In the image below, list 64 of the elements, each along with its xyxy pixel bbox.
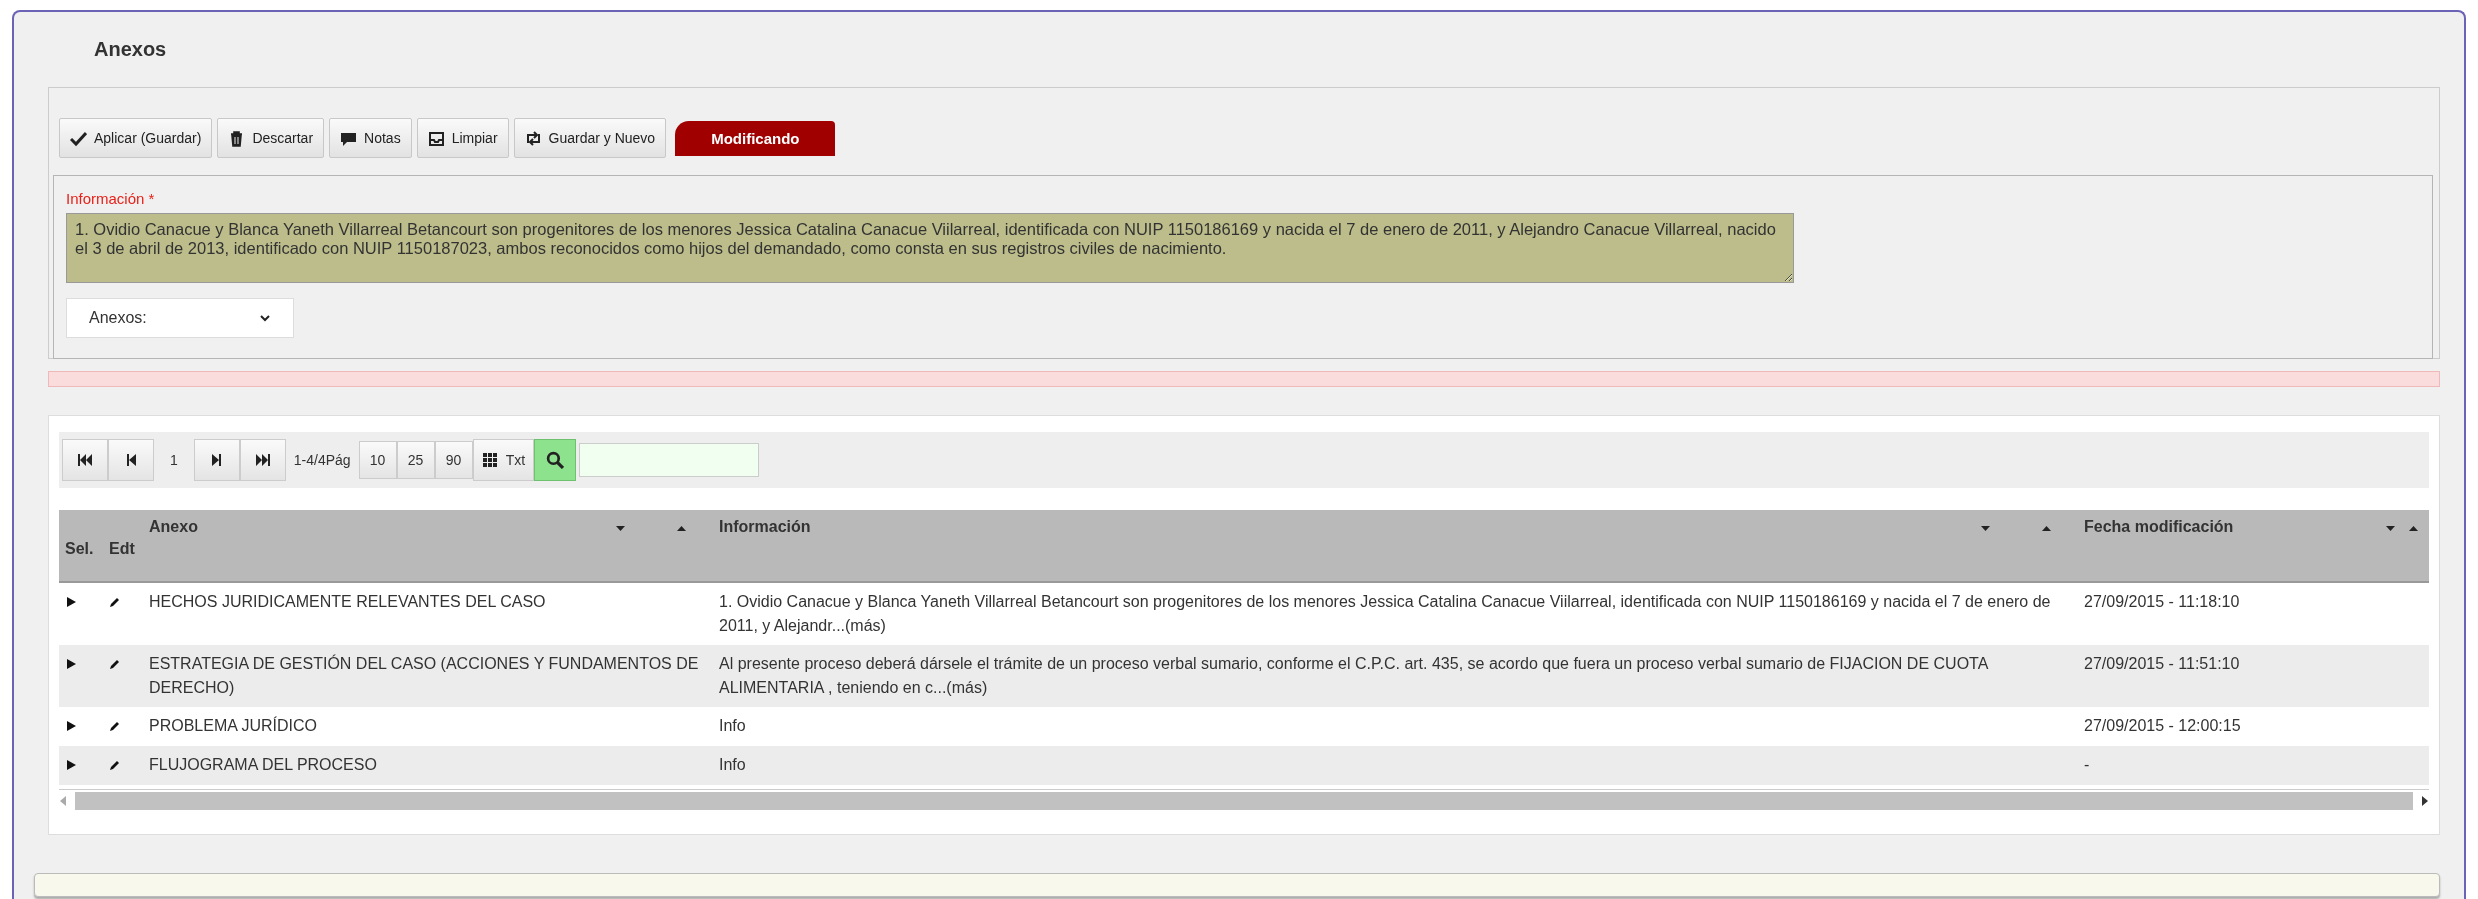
field-label: Información (66, 190, 145, 207)
table-cell: ESTRATEGIA DE GESTIÓN DEL CASO (ACCIONES Y FUNDAMENTOS DE DERECHO) (143, 645, 713, 707)
toolbar-button[interactable]: Guardar y Nuevo (513, 118, 667, 158)
table-cell: 27/09/2015 - 11:51:10 (2078, 645, 2429, 707)
search-button[interactable] (534, 439, 577, 481)
expand-icon[interactable] (65, 596, 77, 608)
next-page-button[interactable] (193, 439, 240, 481)
table-cell: - (2078, 746, 2429, 785)
required-mark: * (148, 190, 155, 207)
search-field[interactable] (579, 443, 760, 477)
check-icon (70, 129, 87, 147)
annex-dropdown[interactable]: Anexos: (66, 298, 294, 338)
grid-icon (481, 452, 498, 468)
page-title: Anexos (93, 37, 168, 62)
table-cell: Info (713, 707, 2078, 746)
expand-icon[interactable] (65, 658, 77, 670)
previous-page-button[interactable] (108, 439, 154, 481)
page-range: 1-4/4Pág (292, 452, 352, 468)
search-icon (546, 451, 565, 469)
toolbar-button[interactable]: Descartar (217, 118, 325, 158)
expand-icon[interactable] (65, 720, 77, 732)
toolbar-button[interactable]: Notas (329, 118, 412, 158)
toolbar-button[interactable]: Limpiar (416, 118, 509, 158)
page-number: 1 (169, 452, 179, 468)
toolbar-button[interactable]: Aplicar (Guardar) (59, 118, 213, 158)
pencil-icon[interactable] (109, 658, 121, 670)
first-page-icon (77, 452, 93, 468)
pencil-icon[interactable] (109, 596, 121, 608)
repeat-icon (524, 129, 542, 147)
column-header: Sel. (59, 510, 103, 582)
table-cell: 1. Ovidio Canacue y Blanca Yaneth Villarreal Betancourt son progenitores de los menores Jessica Catalina Canacue Viilarreal, identificada con NUIP 1150186169 y nacida el 7 de enero de 2011, y Alejandr...(más) (713, 582, 2078, 645)
column-header[interactable]: Información (713, 510, 2078, 582)
page-size-button[interactable]: 10 (358, 441, 397, 479)
scroll-right-icon (2421, 796, 2429, 806)
info-field[interactable]: 1. Ovidio Canacue y Blanca Yaneth Villarreal Betancourt son progenitores de los menores Jessica Catalina Canacue Viilarreal, identificada con NUIP 1150186169 y nacida el 7 de enero de 2011, y Alejandro Canacue Villarreal, nacido el 3 de abril de 2013, identificado con NUIP 1150187023, ambos reconocidos como hijos del demandado, como consta en sus registros civiles de nacimiento. (66, 213, 1794, 283)
sort-ascending-icon (2041, 523, 2052, 534)
sort-descending-icon (615, 523, 626, 534)
inbox-icon (427, 129, 445, 147)
text-view-button[interactable]: Txt (472, 439, 535, 481)
page-size-button[interactable]: 90 (434, 441, 473, 479)
table-cell: PROBLEMA JURÍDICO (143, 707, 713, 746)
sort-ascending-icon (676, 523, 687, 534)
chevron-icon (259, 312, 271, 324)
sort-descending-icon (1980, 523, 1991, 534)
horizontal-scrollbar[interactable] (59, 789, 2429, 812)
pencil-icon[interactable] (109, 720, 121, 732)
sort-ascending-icon (2408, 523, 2419, 534)
column-header: Edt (103, 510, 143, 582)
last-page-button[interactable] (239, 439, 286, 481)
page-size-button[interactable]: 25 (396, 441, 435, 479)
column-header[interactable]: Anexo (143, 510, 713, 582)
scroll-left-icon (59, 796, 67, 806)
table-cell: 27/09/2015 - 12:00:15 (2078, 707, 2429, 746)
last-page-icon (254, 452, 271, 468)
sort-descending-icon (2385, 523, 2396, 534)
table-cell: FLUJOGRAMA DEL PROCESO (143, 746, 713, 785)
expand-icon[interactable] (65, 759, 77, 771)
pencil-icon[interactable] (109, 759, 121, 771)
table-cell: 27/09/2015 - 11:18:10 (2078, 582, 2429, 645)
table-cell: Info (713, 746, 2078, 785)
table-cell: Al presente proceso deberá dársele el trámite de un proceso verbal sumario, conforme el C.P.C. art. 435, se acordo que fuera un proceso verbal sumario de FIJACION DE CUOTA ALIMENTARIA , teniendo en c...(más) (713, 645, 2078, 707)
column-header[interactable]: Fecha modificación (2078, 510, 2429, 582)
first-page-button[interactable] (62, 439, 108, 481)
table-cell: HECHOS JURIDICAMENTE RELEVANTES DEL CASO (143, 582, 713, 645)
